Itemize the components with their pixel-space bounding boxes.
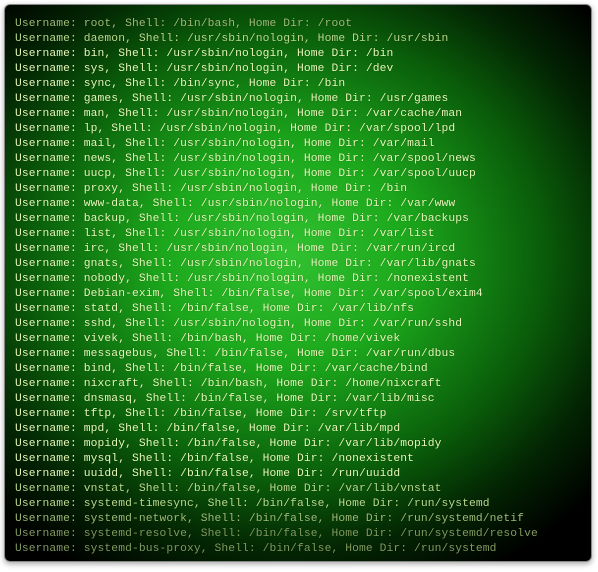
user-line: Username: dnsmasq, Shell: /bin/false, Ho… — [15, 392, 583, 407]
user-line: Username: irc, Shell: /usr/sbin/nologin,… — [15, 242, 583, 257]
user-line: Username: uucp, Shell: /usr/sbin/nologin… — [15, 167, 583, 182]
user-line: Username: tftp, Shell: /bin/false, Home … — [15, 407, 583, 422]
user-line: Username: backup, Shell: /usr/sbin/nolog… — [15, 212, 583, 227]
terminal-output: Username: root, Shell: /bin/bash, Home D… — [15, 17, 583, 549]
user-line: Username: systemd-network, Shell: /bin/f… — [15, 512, 583, 527]
user-line: Username: sys, Shell: /usr/sbin/nologin,… — [15, 62, 583, 77]
user-line: Username: games, Shell: /usr/sbin/nologi… — [15, 92, 583, 107]
user-line: Username: news, Shell: /usr/sbin/nologin… — [15, 152, 583, 167]
user-line: Username: man, Shell: /usr/sbin/nologin,… — [15, 107, 583, 122]
user-line: Username: vivek, Shell: /bin/bash, Home … — [15, 332, 583, 347]
user-line: Username: bind, Shell: /bin/false, Home … — [15, 362, 583, 377]
user-line: Username: list, Shell: /usr/sbin/nologin… — [15, 227, 583, 242]
user-line: Username: mail, Shell: /usr/sbin/nologin… — [15, 137, 583, 152]
user-line: Username: Debian-exim, Shell: /bin/false… — [15, 287, 583, 302]
user-line: Username: mpd, Shell: /bin/false, Home D… — [15, 422, 583, 437]
user-line: Username: bin, Shell: /usr/sbin/nologin,… — [15, 47, 583, 62]
user-line: Username: sync, Shell: /bin/sync, Home D… — [15, 77, 583, 92]
user-line: Username: systemd-bus-proxy, Shell: /bin… — [15, 542, 583, 557]
terminal-window: Username: root, Shell: /bin/bash, Home D… — [4, 4, 592, 562]
user-line: Username: vnstat, Shell: /bin/false, Hom… — [15, 482, 583, 497]
user-line: Username: daemon, Shell: /usr/sbin/nolog… — [15, 32, 583, 47]
user-line: Username: proxy, Shell: /usr/sbin/nologi… — [15, 182, 583, 197]
user-line: Username: nixcraft, Shell: /bin/bash, Ho… — [15, 377, 583, 392]
user-line: Username: nobody, Shell: /usr/sbin/nolog… — [15, 272, 583, 287]
user-line: Username: gnats, Shell: /usr/sbin/nologi… — [15, 257, 583, 272]
user-line: Username: sshd, Shell: /usr/sbin/nologin… — [15, 317, 583, 332]
user-line: Username: statd, Shell: /bin/false, Home… — [15, 302, 583, 317]
user-line: Username: messagebus, Shell: /bin/false,… — [15, 347, 583, 362]
user-line: Username: root, Shell: /bin/bash, Home D… — [15, 17, 583, 32]
user-line: Username: systemd-timesync, Shell: /bin/… — [15, 497, 583, 512]
user-line: Username: www-data, Shell: /usr/sbin/nol… — [15, 197, 583, 212]
user-line: Username: lp, Shell: /usr/sbin/nologin, … — [15, 122, 583, 137]
user-line: Username: mopidy, Shell: /bin/false, Hom… — [15, 437, 583, 452]
user-line: Username: mysql, Shell: /bin/false, Home… — [15, 452, 583, 467]
user-line: Username: uuidd, Shell: /bin/false, Home… — [15, 467, 583, 482]
user-line: Username: systemd-resolve, Shell: /bin/f… — [15, 527, 583, 542]
